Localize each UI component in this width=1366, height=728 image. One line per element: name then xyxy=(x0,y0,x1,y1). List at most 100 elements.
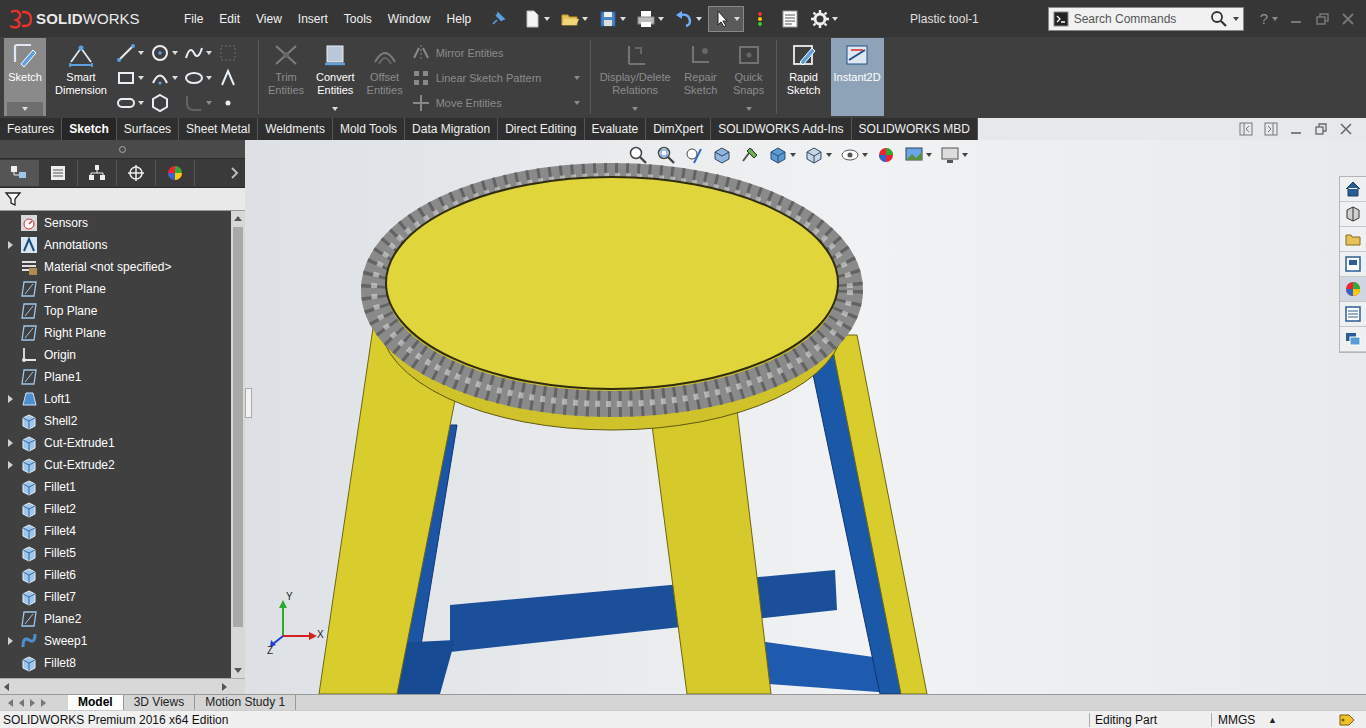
command-tab[interactable]: SOLIDWORKS MBD xyxy=(852,118,978,140)
command-tab[interactable]: Mold Tools xyxy=(333,118,405,140)
dropdown-caret[interactable] xyxy=(790,153,796,157)
ribbon-dropdown[interactable] xyxy=(7,102,43,116)
view-tool-button[interactable] xyxy=(838,144,870,166)
command-tab[interactable]: Evaluate xyxy=(585,118,647,140)
ribbon-button[interactable]: Offset Entities xyxy=(364,38,406,116)
toolbar-button[interactable] xyxy=(595,7,629,31)
dropdown-caret[interactable] xyxy=(926,153,932,157)
ribbon-list-item[interactable]: Linear Sketch Pattern xyxy=(412,65,584,90)
view-tool-button[interactable] xyxy=(802,144,834,166)
expand-arrow-icon[interactable] xyxy=(8,637,13,645)
dropdown-caret[interactable] xyxy=(206,51,212,55)
ribbon-dropdown[interactable] xyxy=(600,102,671,116)
tree-item[interactable]: Fillet8 xyxy=(0,652,231,674)
toolbar-button[interactable] xyxy=(519,7,553,31)
panel-tab[interactable] xyxy=(39,160,78,186)
horizontal-scrollbar[interactable] xyxy=(0,678,245,694)
search-dropdown-caret[interactable] xyxy=(1233,17,1239,21)
panel-tab[interactable] xyxy=(78,160,117,186)
scroll-thumb[interactable] xyxy=(233,227,243,627)
expand-arrow-icon[interactable] xyxy=(8,439,13,447)
sketch-tool-button[interactable] xyxy=(150,90,184,115)
restore-icon[interactable] xyxy=(1314,12,1330,26)
dropdown-caret[interactable] xyxy=(962,153,968,157)
dropdown-caret[interactable] xyxy=(172,76,178,80)
command-tab[interactable]: DimXpert xyxy=(646,118,711,140)
tree-item[interactable]: Fillet6 xyxy=(0,564,231,586)
toolbar-button[interactable] xyxy=(747,7,773,31)
minimize-icon[interactable] xyxy=(1288,12,1304,26)
ribbon-list-item[interactable]: Move Entities xyxy=(412,90,584,115)
panel-tab[interactable] xyxy=(117,160,156,186)
help-button[interactable]: ? xyxy=(1244,10,1288,27)
view-tool-button[interactable] xyxy=(938,144,970,166)
tree-filter[interactable] xyxy=(0,188,245,211)
tree-item[interactable]: Fillet4 xyxy=(0,520,231,542)
tree-item[interactable]: Origin xyxy=(0,344,231,366)
scroll-up-icon[interactable] xyxy=(234,216,242,221)
view-tool-button[interactable] xyxy=(874,144,898,166)
dropdown-caret[interactable] xyxy=(138,101,144,105)
ribbon-button[interactable]: Quick Snaps xyxy=(728,38,770,116)
help-dropdown-caret[interactable] xyxy=(1272,17,1278,21)
unit-system[interactable]: MMGS xyxy=(1211,713,1268,727)
sketch-tool-button[interactable] xyxy=(184,90,218,115)
ribbon-button[interactable]: Rapid Sketch xyxy=(783,38,825,116)
first-tab-icon[interactable] xyxy=(8,699,13,707)
dropdown-caret[interactable] xyxy=(826,153,832,157)
task-pane-tab[interactable] xyxy=(1340,202,1366,227)
toolbar-button[interactable] xyxy=(633,7,667,31)
toolbar-button[interactable] xyxy=(671,7,705,31)
expand-arrow-icon[interactable] xyxy=(8,395,13,403)
task-pane-tab[interactable] xyxy=(1340,327,1366,352)
stool-model[interactable] xyxy=(245,140,1366,694)
dropdown-caret[interactable] xyxy=(544,17,550,21)
view-tool-button[interactable] xyxy=(654,144,678,166)
dropdown-caret[interactable] xyxy=(138,76,144,80)
ribbon-button[interactable]: Smart Dimension xyxy=(52,38,110,116)
model-tab[interactable]: Model xyxy=(68,695,124,710)
tree-item[interactable]: Front Plane xyxy=(0,278,231,300)
solidworks-logo[interactable]: SOLIDWORKS xyxy=(0,9,176,29)
expand-arrow-icon[interactable] xyxy=(8,461,13,469)
sketch-tool-button[interactable] xyxy=(116,40,150,65)
view-tool-button[interactable] xyxy=(626,144,650,166)
tile-right-icon[interactable] xyxy=(1263,121,1279,137)
tree-item[interactable]: Annotations xyxy=(0,234,231,256)
expand-arrow-icon[interactable] xyxy=(8,241,13,249)
task-pane-tab[interactable] xyxy=(1340,302,1366,327)
task-pane-tab[interactable] xyxy=(1340,177,1366,202)
ribbon-button[interactable]: Instant2D xyxy=(831,38,884,116)
toolbar-button[interactable] xyxy=(557,7,591,31)
tree-item[interactable]: Cut-Extrude2 xyxy=(0,454,231,476)
dropdown-caret[interactable] xyxy=(658,17,664,21)
task-pane-tab[interactable] xyxy=(1340,277,1366,302)
dropdown-caret[interactable] xyxy=(206,76,212,80)
ribbon-dropdown[interactable] xyxy=(731,102,767,116)
sketch-tool-button[interactable] xyxy=(116,65,150,90)
toolbar-button[interactable] xyxy=(709,7,743,31)
menu-item[interactable]: Help xyxy=(439,9,480,29)
vertical-scrollbar[interactable] xyxy=(231,211,245,678)
sketch-tool-button[interactable] xyxy=(184,40,218,65)
command-tab[interactable]: Features xyxy=(0,118,62,140)
menu-item[interactable]: View xyxy=(248,9,290,29)
sketch-tool-button[interactable] xyxy=(150,40,184,65)
dropdown-caret[interactable] xyxy=(832,17,838,21)
sketch-tool-button[interactable] xyxy=(150,65,184,90)
dropdown-caret[interactable] xyxy=(862,153,868,157)
minimize-icon[interactable] xyxy=(1288,121,1304,137)
magnifier-icon[interactable] xyxy=(1210,10,1228,28)
toolbar-button[interactable] xyxy=(777,7,803,31)
dropdown-caret[interactable] xyxy=(734,17,740,21)
view-tool-button[interactable] xyxy=(682,144,706,166)
model-tab[interactable]: Motion Study 1 xyxy=(195,695,296,710)
close-icon[interactable] xyxy=(1340,12,1356,26)
restore-icon[interactable] xyxy=(1313,121,1329,137)
ribbon-button[interactable]: Repair Sketch xyxy=(680,38,722,116)
view-tool-button[interactable] xyxy=(710,144,734,166)
menu-item[interactable]: Edit xyxy=(211,9,248,29)
sketch-tool-button[interactable] xyxy=(218,90,252,115)
command-tab[interactable]: Sketch xyxy=(62,118,116,140)
tree-item[interactable]: Material <not specified> xyxy=(0,256,231,278)
